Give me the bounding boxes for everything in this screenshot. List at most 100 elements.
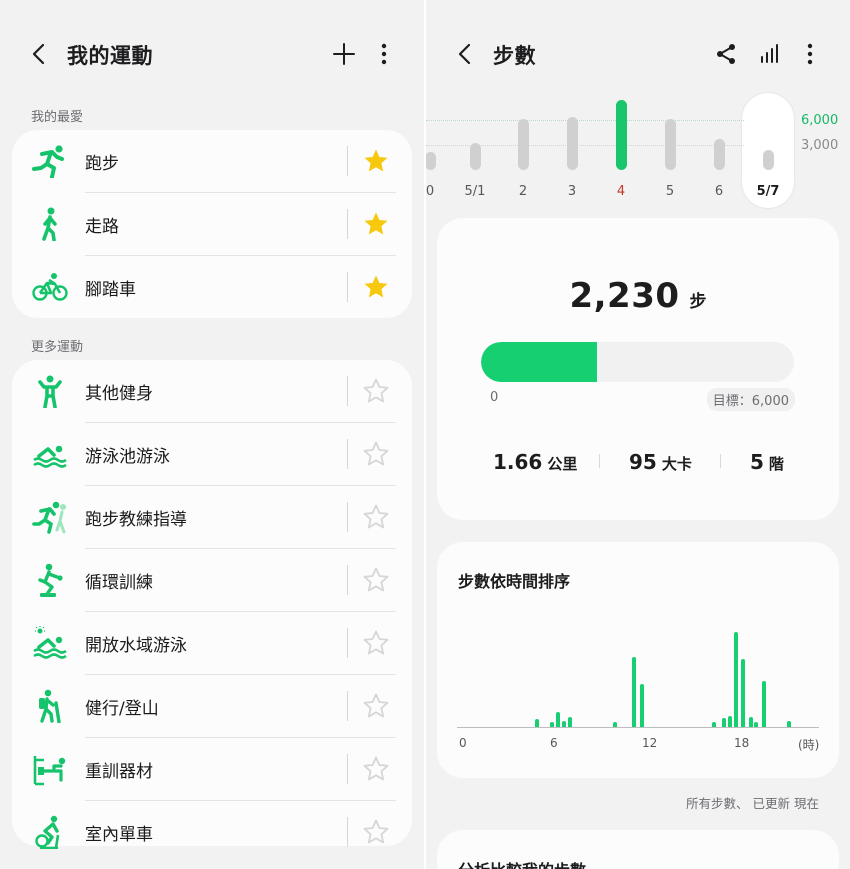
hourly-steps-bar [722,717,727,727]
share-icon[interactable] [712,40,740,68]
floors-unit: 階 [768,455,784,473]
row-divider [347,817,348,847]
fitness-icon [32,374,68,408]
hourly-baseline [457,727,819,728]
day-label: 5/1 [464,184,486,199]
exercise-row[interactable]: 跑步教練指導 [12,486,412,549]
steps-summary-card: 2,230 步 0 目標：6,000 1.66 公里 95 大卡 5階 [437,218,839,520]
more-options-icon[interactable] [796,40,824,68]
exercise-row[interactable]: 重訓器材 [12,738,412,801]
day-label: 6 [714,184,724,199]
hour-axis-label: 6 [550,736,558,750]
hourly-steps-card[interactable]: 步數依時間排序 0 6 12 18 (時) [437,542,839,778]
hourly-steps-bar [733,632,738,727]
day-steps-bar[interactable] [426,152,436,170]
row-divider [347,272,348,302]
back-icon[interactable] [452,40,480,68]
favorite-exercise-row[interactable]: 跑步 [12,130,412,193]
day-steps-bar[interactable] [665,119,676,170]
day-steps-bar[interactable] [470,142,481,170]
hourly-steps-bar [754,722,759,727]
row-divider [347,439,348,469]
my-exercises-pane: 我的運動 我的最愛 跑步 走路 腳踏車 更多運動 其他健身 游泳池游泳 跑步教練指導 循環… [0,0,424,869]
star-outline-icon[interactable] [362,755,390,783]
more-section-label: 更多運動 [31,340,84,355]
exercise-label: 跑步教練指導 [85,510,187,530]
steps-unit: 步 [689,292,707,312]
hourly-card-title: 步數依時間排序 [458,572,571,591]
open-water-swim-icon [32,626,68,660]
y-label-goal: 6,000 [801,113,839,128]
exercise-row[interactable]: 健行/登山 [12,675,412,738]
exercise-row[interactable]: 室內單車 [12,801,412,864]
star-filled-icon[interactable] [362,273,390,301]
exercise-row[interactable]: 游泳池游泳 [12,423,412,486]
hourly-steps-bar [727,715,732,727]
day-label: 5 [665,184,675,199]
day-steps-bar[interactable] [518,119,529,170]
distance-value: 1.66 [493,450,543,474]
row-divider [347,376,348,406]
hourly-steps-bar [567,717,572,727]
hour-axis-label: 0 [459,736,467,750]
star-filled-icon[interactable] [362,210,390,238]
star-outline-icon[interactable] [362,818,390,846]
bar-chart-icon[interactable] [756,40,784,68]
steps-count: 2,230 [569,276,680,316]
day-label: 3 [567,184,577,199]
hourly-steps-bar [535,718,540,727]
y-label-half: 3,000 [801,138,839,153]
day-steps-bar[interactable] [616,99,627,170]
steps-pane: 步數 6,000 3,000 0 5/1 2 3 4 5 6 5/7 2,230 步 0 目標：… [426,0,850,869]
star-outline-icon[interactable] [362,566,390,594]
distance-stat: 1.66 公里 [493,450,577,474]
star-outline-icon[interactable] [362,440,390,468]
day-label: 5/7 [756,184,780,199]
floors-stat: 5階 [750,450,784,474]
star-filled-icon[interactable] [362,147,390,175]
exercise-row[interactable]: 其他健身 [12,360,412,423]
goal-badge: 目標：6,000 [706,388,795,411]
row-divider [347,565,348,595]
hourly-steps-bar [639,684,644,727]
hourly-steps-bar [761,680,766,727]
stat-divider [720,454,721,468]
back-icon[interactable] [26,40,54,68]
distance-unit: 公里 [547,455,578,473]
favorite-exercise-row[interactable]: 走路 [12,193,412,256]
favorites-card: 跑步走路腳踏車 [12,130,412,318]
hour-axis-label: 18 [734,736,750,750]
progress-min-label: 0 [490,390,499,405]
floors-value: 5 [750,450,764,474]
exercise-row[interactable]: 開放水域游泳 [12,612,412,675]
more-options-icon[interactable] [370,40,398,68]
compare-steps-card[interactable]: 分析比較我的步數 [437,830,839,869]
day-label: 2 [518,184,528,199]
day-steps-bar[interactable] [714,138,725,170]
favorite-exercise-row[interactable]: 腳踏車 [12,256,412,319]
exercise-label: 室內單車 [85,825,153,845]
hourly-steps-bar [561,721,566,727]
calories-unit: 大卡 [661,455,692,473]
day-steps-bar[interactable] [763,150,774,170]
star-outline-icon[interactable] [362,503,390,531]
star-outline-icon[interactable] [362,629,390,657]
exercise-row[interactable]: 循環訓練 [12,549,412,612]
hourly-steps-bar [550,722,555,727]
row-divider [347,754,348,784]
hourly-steps-bar [711,722,716,727]
steps-total: 2,230 步 [437,276,839,316]
right-header: 步數 [426,30,850,78]
update-status: 所有步數、 已更新 現在 [686,796,819,811]
star-outline-icon[interactable] [362,377,390,405]
add-icon[interactable] [330,40,358,68]
weight-machine-icon [32,752,68,786]
exercise-label: 循環訓練 [85,573,153,593]
calories-value: 95 [629,450,657,474]
hourly-steps-bar [613,722,618,727]
star-outline-icon[interactable] [362,692,390,720]
exercise-label: 跑步 [85,154,119,174]
page-title: 我的運動 [67,44,153,68]
exercise-label: 走路 [85,217,119,237]
day-steps-bar[interactable] [567,117,578,170]
